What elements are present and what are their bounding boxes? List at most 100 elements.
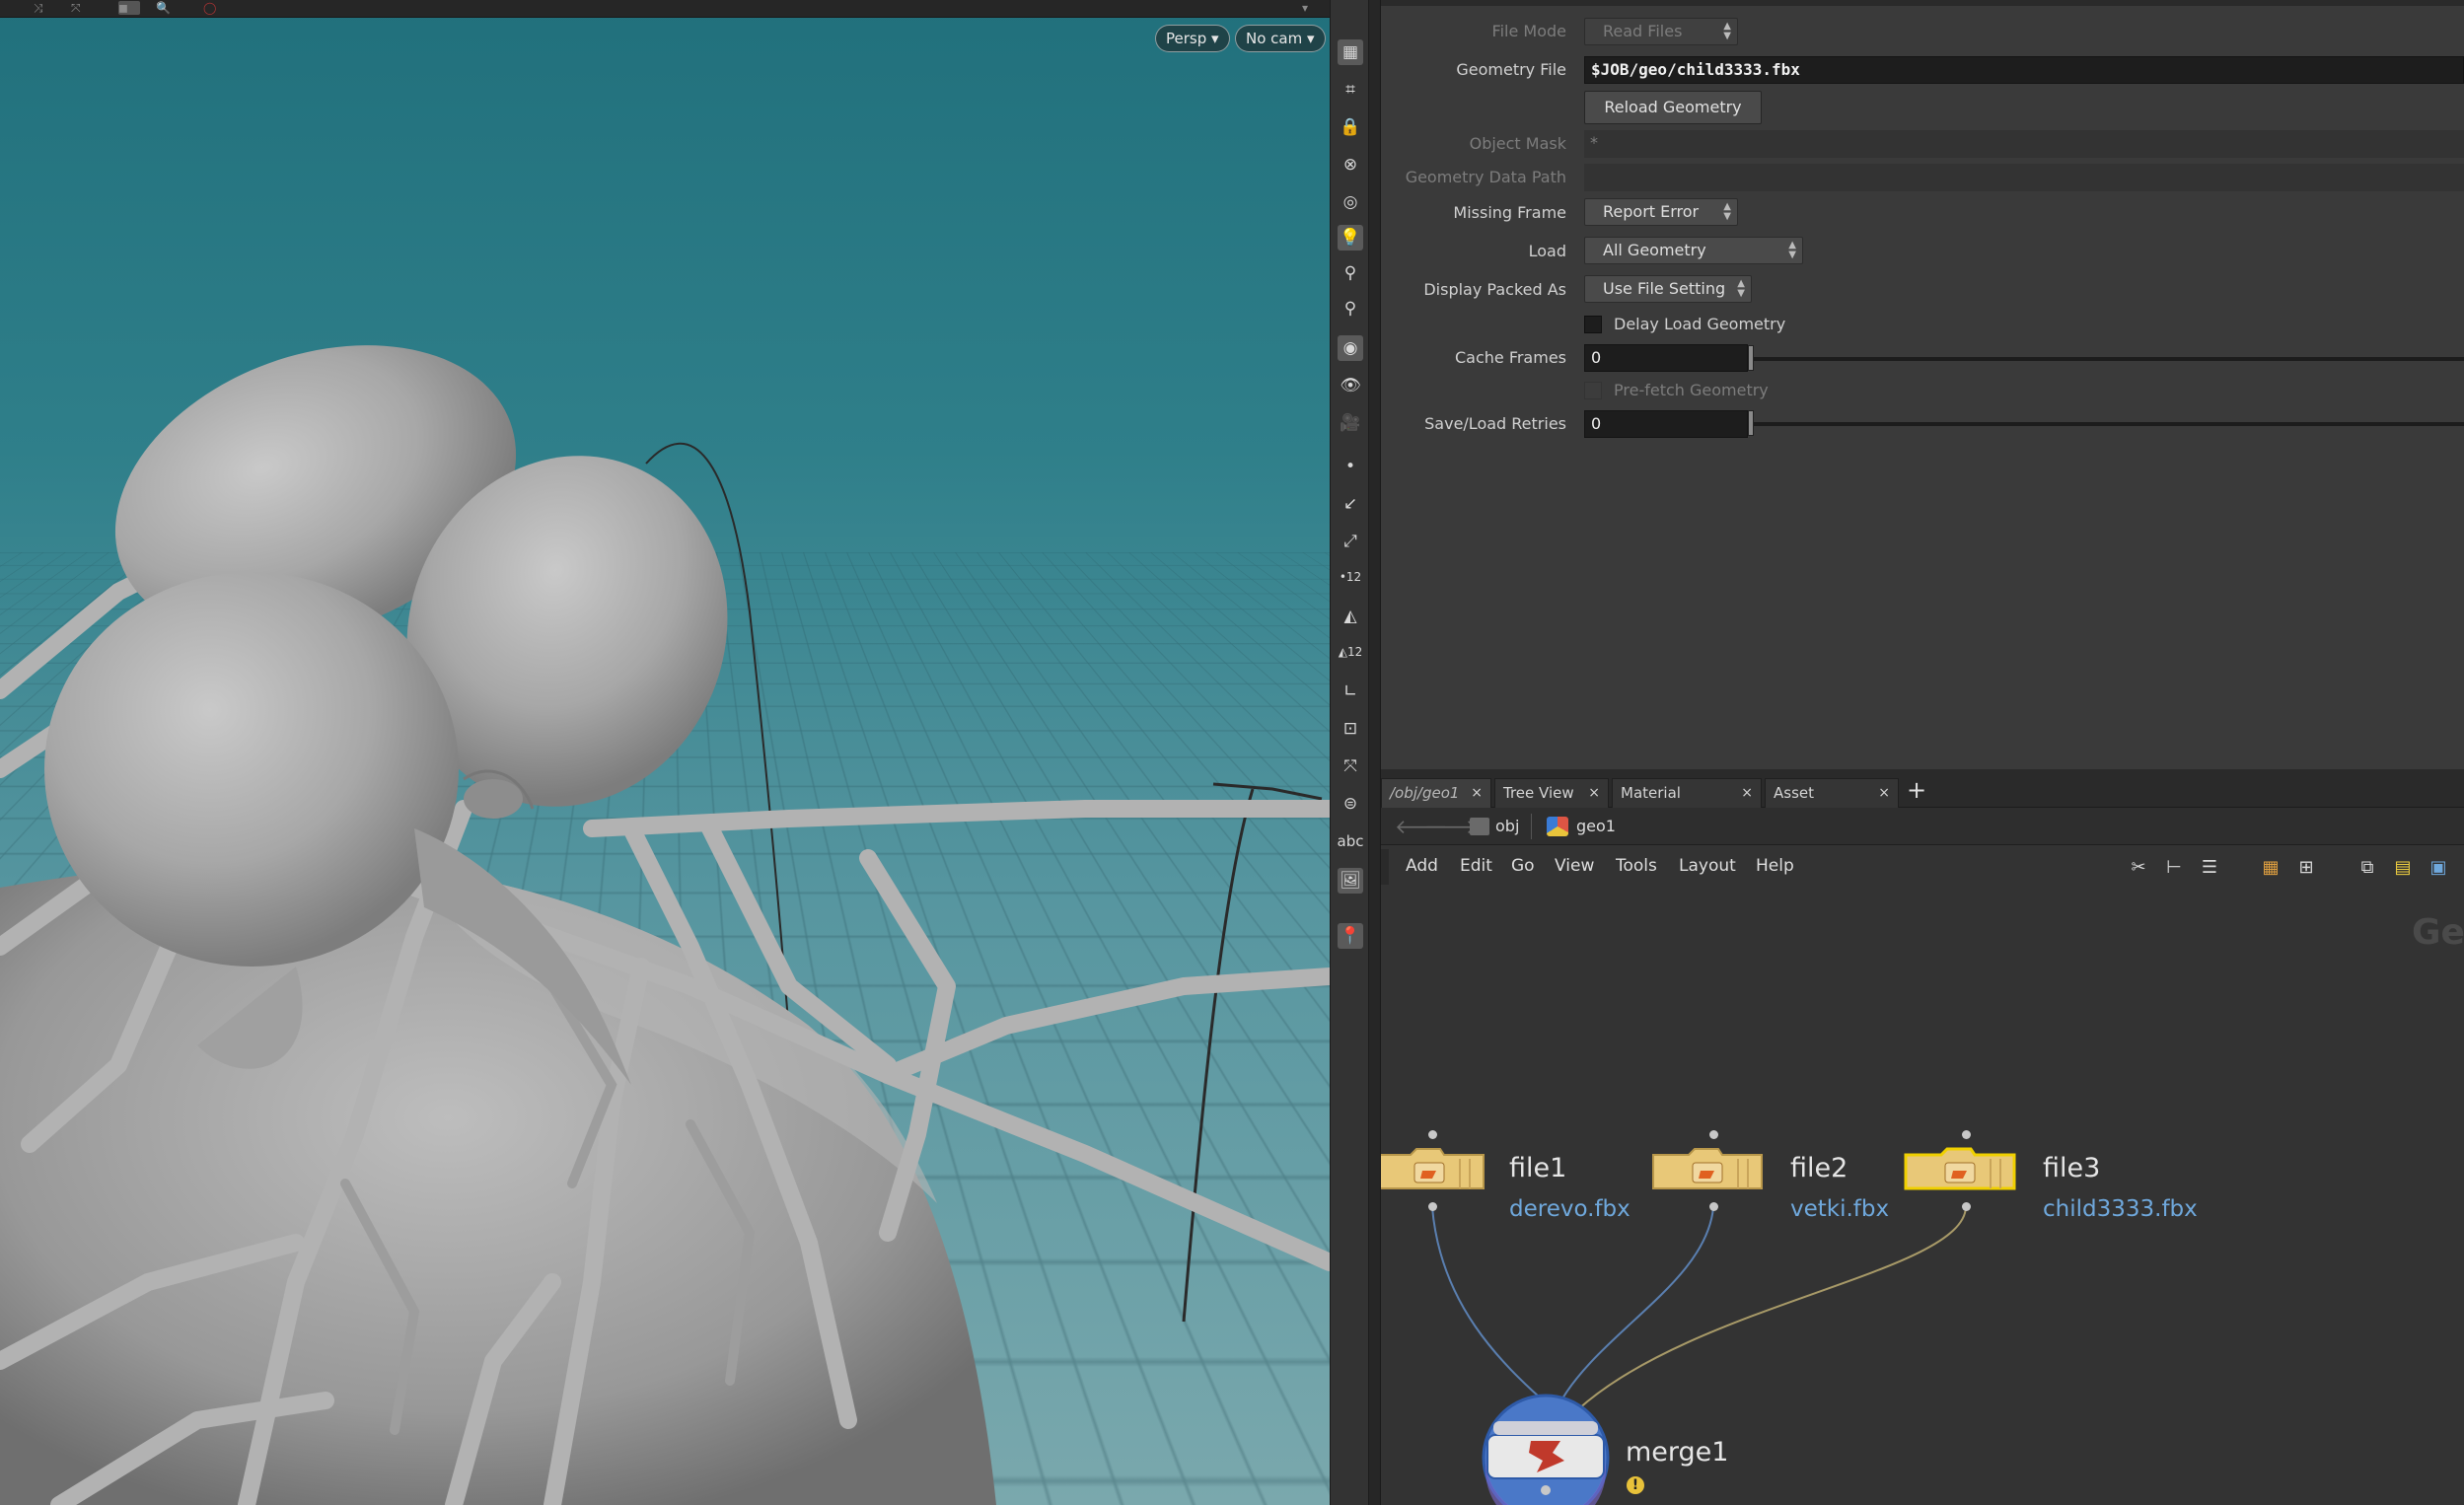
point-icon[interactable]: • — [1338, 454, 1363, 479]
menu-add[interactable]: Add — [1406, 856, 1438, 876]
folder-node-icon[interactable] — [1649, 1145, 1766, 1192]
handle-icon[interactable]: ⤧ — [1338, 753, 1363, 779]
node-file-label: child3333.fbx — [2043, 1196, 2198, 1222]
bbox-icon[interactable]: ⊡ — [1338, 716, 1363, 742]
missing-frame-dropdown[interactable]: Report Error ▲ ▼ — [1584, 198, 1738, 226]
scene-viewport[interactable]: ⤨ ⤧ ◼ 🔍 ◯ ▾ Persp ▾ No cam ▾ — [0, 0, 1330, 1505]
geometry-data-path-label: Geometry Data Path — [1406, 168, 1566, 186]
snap-icon[interactable]: ⌗ — [1338, 77, 1363, 103]
cache-frames-slider-track[interactable] — [1754, 357, 2464, 361]
layout-icon[interactable]: ⧉ — [2355, 855, 2379, 879]
normal-icon[interactable]: ↙ — [1338, 491, 1363, 517]
menu-help[interactable]: Help — [1756, 856, 1794, 876]
transform-icon[interactable]: ⤧ — [71, 1, 93, 15]
object-mask-input[interactable]: * — [1584, 130, 2464, 158]
display-packed-as-dropdown[interactable]: Use File Setting ▲ ▼ — [1584, 275, 1752, 303]
lock-icon[interactable]: 🔒 — [1338, 114, 1363, 140]
angle-icon[interactable]: ∟ — [1338, 679, 1363, 704]
camera-icon[interactable]: 🎥 — [1338, 410, 1363, 436]
tab-material-palette[interactable]: Material Palette × — [1612, 778, 1762, 808]
menu-arrow-icon[interactable]: ▾ — [1302, 1, 1324, 15]
load-dropdown[interactable]: All Geometry ▲ ▼ — [1584, 237, 1803, 264]
input-connector[interactable] — [1428, 1130, 1437, 1139]
camera-menu[interactable]: No cam ▾ — [1235, 25, 1326, 52]
menu-go[interactable]: Go — [1511, 856, 1535, 876]
input-connector[interactable] — [1709, 1130, 1718, 1139]
close-icon[interactable]: × — [1588, 779, 1600, 807]
text-display-button[interactable]: abc — [1338, 828, 1363, 854]
pin-icon[interactable]: ⤢ — [1338, 529, 1363, 554]
prim-icon[interactable]: ◭ — [1338, 604, 1363, 629]
save-load-retries-slider-track[interactable] — [1754, 422, 2464, 426]
input-connector[interactable] — [1962, 1130, 1971, 1139]
houdini-window: ⤨ ⤧ ◼ 🔍 ◯ ▾ Persp ▾ No cam ▾ ▦ ⌗ 🔒 ⊗ ◎ 💡… — [0, 0, 2464, 1505]
image-add-icon[interactable]: ▣ — [2427, 855, 2450, 879]
camera-mode-menu[interactable]: Persp ▾ — [1155, 25, 1230, 52]
light-pin-icon[interactable]: ⚲ — [1338, 296, 1363, 322]
path-obj-label: obj — [1495, 817, 1519, 835]
menu-view[interactable]: View — [1555, 856, 1594, 876]
record-icon[interactable]: ◯ — [203, 1, 225, 15]
path-obj[interactable]: obj — [1462, 814, 1532, 839]
tab-asset-browser[interactable]: Asset Browser × — [1765, 778, 1899, 808]
close-icon[interactable]: × — [1878, 779, 1890, 807]
menu-edit[interactable]: Edit — [1460, 856, 1492, 876]
save-load-retries-slider-handle[interactable] — [1748, 410, 1754, 436]
view-icon[interactable]: ◼ — [118, 1, 140, 15]
file-mode-dropdown[interactable]: Read Files ▲ ▼ — [1584, 18, 1738, 45]
wrench-icon[interactable]: ✂ — [2127, 855, 2150, 879]
tree-icon[interactable]: ⊢ — [2162, 855, 2186, 879]
save-load-retries-label: Save/Load Retries — [1424, 414, 1566, 433]
path-geo1[interactable]: geo1 — [1547, 814, 1616, 839]
grid-view-icon[interactable]: ⊞ — [2294, 855, 2318, 879]
add-tab-button[interactable]: + — [1907, 776, 1926, 804]
zoom-icon[interactable]: 🔍 — [156, 1, 178, 15]
ghost-icon[interactable]: ◎ — [1338, 189, 1363, 215]
menu-tools[interactable]: Tools — [1616, 856, 1657, 876]
head-front — [44, 572, 459, 967]
node-name: file1 — [1509, 1153, 1566, 1183]
output-connector[interactable] — [1962, 1202, 1971, 1211]
node-name: merge1 — [1626, 1437, 1728, 1468]
node-name: file3 — [2043, 1153, 2100, 1183]
output-connector[interactable] — [1428, 1202, 1437, 1211]
tab-obj-geo1[interactable]: /obj/geo1 × — [1381, 778, 1491, 808]
merge-node-icon[interactable] — [1480, 1392, 1612, 1505]
warning-icon[interactable]: ! — [1627, 1476, 1644, 1494]
geometry-data-path-input[interactable] — [1584, 164, 2464, 191]
cross-icon[interactable]: ⊗ — [1338, 152, 1363, 178]
prim-number-icon[interactable]: ◭ 12 — [1338, 639, 1363, 665]
color-palette-icon[interactable]: ▦ — [2259, 855, 2283, 879]
wire-file1-merge1 — [1432, 1207, 1549, 1405]
cache-frames-input[interactable]: 0 — [1584, 344, 1748, 372]
light-bulb-icon[interactable]: ⚲ — [1338, 260, 1363, 286]
stack-icon[interactable]: ⊜ — [1338, 791, 1363, 817]
close-icon[interactable]: × — [1471, 779, 1483, 807]
toolbar-handle[interactable] — [1381, 849, 1389, 885]
output-connector[interactable] — [1709, 1202, 1718, 1211]
camera-shade-icon[interactable]: ◉ — [1338, 335, 1363, 361]
geometry-file-input[interactable]: $JOB/geo/child3333.fbx — [1584, 56, 2464, 84]
light-icon[interactable]: 💡 — [1338, 225, 1363, 251]
folder-node-icon[interactable] — [1381, 1145, 1487, 1192]
close-icon[interactable]: × — [1741, 779, 1753, 807]
sticky-note-icon[interactable]: ▤ — [2391, 855, 2415, 879]
select-icon[interactable]: ⤨ — [34, 1, 55, 15]
folder-node-icon[interactable] — [1902, 1145, 2018, 1192]
pane-splitter[interactable] — [1369, 0, 1381, 1505]
point-number-icon[interactable]: • 12 — [1338, 564, 1363, 590]
save-load-retries-input[interactable]: 0 — [1584, 410, 1748, 438]
file-mode-label: File Mode — [1492, 22, 1566, 40]
network-canvas[interactable]: Geo file1 derevo.fbx — [1381, 889, 2464, 1505]
image-icon[interactable]: 🖼 — [1338, 868, 1363, 894]
pin-map-icon[interactable]: 📍 — [1338, 923, 1363, 949]
list-icon[interactable]: ☰ — [2198, 855, 2221, 879]
cache-frames-slider-handle[interactable] — [1748, 345, 1754, 371]
grid-icon[interactable]: ▦ — [1338, 39, 1363, 65]
eye-icon[interactable]: 👁 — [1338, 373, 1363, 398]
reload-geometry-button[interactable]: Reload Geometry — [1584, 91, 1762, 124]
prefetch-checkbox[interactable] — [1584, 382, 1602, 399]
tab-tree-view[interactable]: Tree View × — [1494, 778, 1609, 808]
delay-load-checkbox[interactable] — [1584, 316, 1602, 333]
menu-layout[interactable]: Layout — [1679, 856, 1736, 876]
